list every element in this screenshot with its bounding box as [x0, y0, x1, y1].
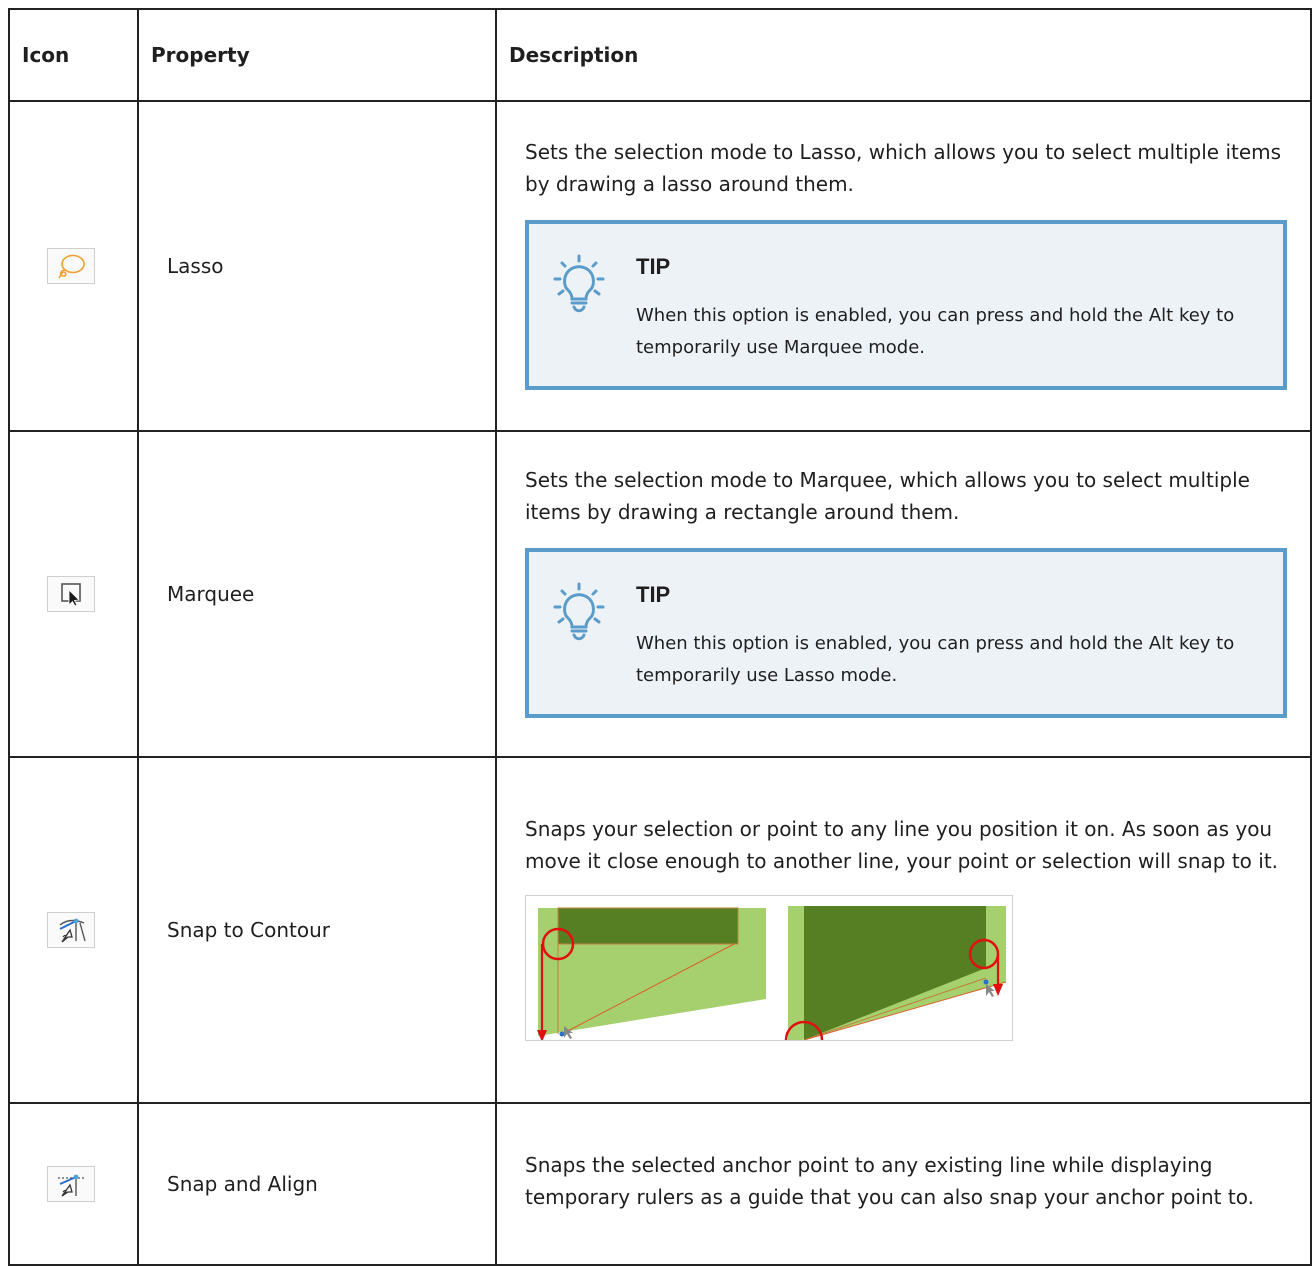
property-name: Marquee: [137, 430, 497, 758]
lasso-icon: [47, 248, 95, 284]
property-name: Snap and Align: [137, 1102, 497, 1266]
icon-cell: [8, 756, 139, 1104]
tip-text: When this option is enabled, you can pre…: [636, 305, 1235, 358]
lightbulb-icon: [553, 582, 605, 641]
marquee-icon: [47, 576, 95, 612]
icon-column-header: Icon: [8, 8, 139, 102]
icon-cell: [8, 1102, 139, 1266]
snap-and-align-icon: [47, 1166, 95, 1202]
property-name: Snap to Contour: [137, 756, 497, 1104]
description-cell: Sets the selection mode to Marquee, whic…: [495, 430, 1312, 758]
property-column-header: Property: [137, 8, 497, 102]
table-row-marquee: Marquee Sets the selection mode to Marqu…: [8, 430, 1312, 758]
description-text: Snaps the selected anchor point to any e…: [525, 1153, 1254, 1209]
description-cell: Snaps your selection or point to any lin…: [495, 756, 1312, 1104]
icon-cell: [8, 100, 139, 432]
tip-text: When this option is enabled, you can pre…: [636, 633, 1235, 686]
table-header-row: Icon Property Description: [8, 8, 1312, 102]
icon-cell: [8, 430, 139, 758]
tip-title: TIP: [636, 254, 671, 279]
description-cell: Sets the selection mode to Lasso, which …: [495, 100, 1312, 432]
table-row-lasso: Lasso Sets the selection mode to Lasso, …: [8, 100, 1312, 432]
tip-title: TIP: [636, 582, 671, 607]
description-text: Sets the selection mode to Marquee, whic…: [525, 468, 1250, 524]
table-row-snap-and-align: Snap and Align Snaps the selected anchor…: [8, 1102, 1312, 1266]
lightbulb-icon: [553, 254, 605, 313]
description-cell: Snaps the selected anchor point to any e…: [495, 1102, 1312, 1266]
tip-callout: TIP When this option is enabled, you can…: [525, 220, 1287, 390]
description-text: Snaps your selection or point to any lin…: [525, 817, 1279, 873]
description-text: Sets the selection mode to Lasso, which …: [525, 140, 1282, 196]
tool-properties-table: Icon Property Description Lasso Sets the…: [8, 8, 1312, 1266]
property-name: Lasso: [137, 100, 497, 432]
snap-to-contour-icon: [47, 912, 95, 948]
tip-callout: TIP When this option is enabled, you can…: [525, 548, 1287, 718]
description-column-header: Description: [495, 8, 1312, 102]
snap-to-contour-illustration: [525, 895, 1013, 1041]
table-row-snap-to-contour: Snap to Contour Snaps your selection or …: [8, 756, 1312, 1104]
